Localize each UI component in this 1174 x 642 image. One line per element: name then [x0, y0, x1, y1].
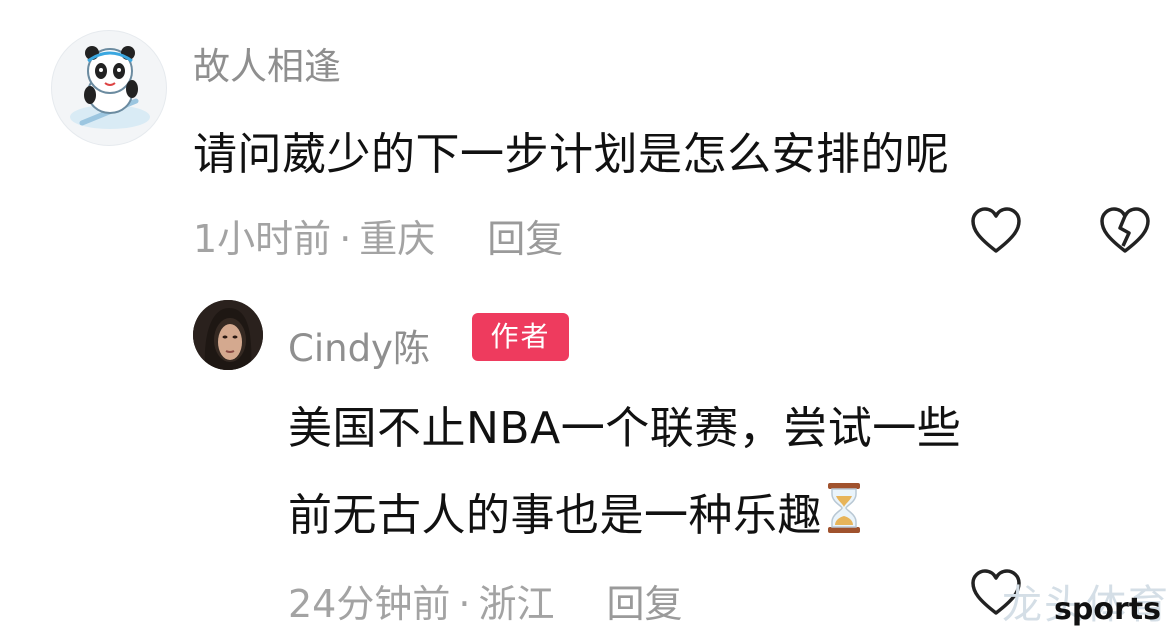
avatar-guren[interactable]	[51, 30, 167, 146]
dislike-broken-heart-icon[interactable]	[1098, 206, 1152, 256]
comment-text-line2: 前无古人的事也是一种乐趣	[288, 479, 862, 545]
meta-separator: ·	[339, 217, 352, 261]
comment-text: 请问葳少的下一步计划是怎么安排的呢	[193, 129, 950, 180]
comment-text-line2-text: 前无古人的事也是一种乐趣	[288, 490, 822, 541]
comment-text-line1: 美国不止NBA一个联赛，尝试一些	[288, 403, 962, 454]
reply-button[interactable]: 回复	[487, 217, 563, 261]
comment-username[interactable]: Cindy陈	[288, 318, 430, 372]
comment-username[interactable]: 故人相逢	[193, 36, 341, 90]
avatar-cindy[interactable]	[193, 300, 263, 370]
panda-mascot-icon	[70, 46, 150, 129]
hourglass-emoji-icon	[826, 482, 862, 545]
author-badge: 作者	[472, 313, 569, 361]
comment-meta: 1小时前 · 重庆 回复	[193, 208, 563, 263]
reply-button[interactable]: 回复	[606, 582, 682, 626]
comment-meta: 24分钟前 · 浙江 回复	[288, 573, 682, 628]
comment-time: 24分钟前	[288, 582, 451, 626]
profile-photo-icon	[193, 300, 263, 370]
comment-time: 1小时前	[193, 217, 332, 261]
watermark-sports-text: sports	[1054, 592, 1161, 627]
like-heart-icon[interactable]	[969, 206, 1023, 256]
comment-location: 浙江	[478, 582, 555, 626]
comment-location: 重庆	[359, 217, 436, 261]
meta-separator: ·	[458, 582, 471, 626]
